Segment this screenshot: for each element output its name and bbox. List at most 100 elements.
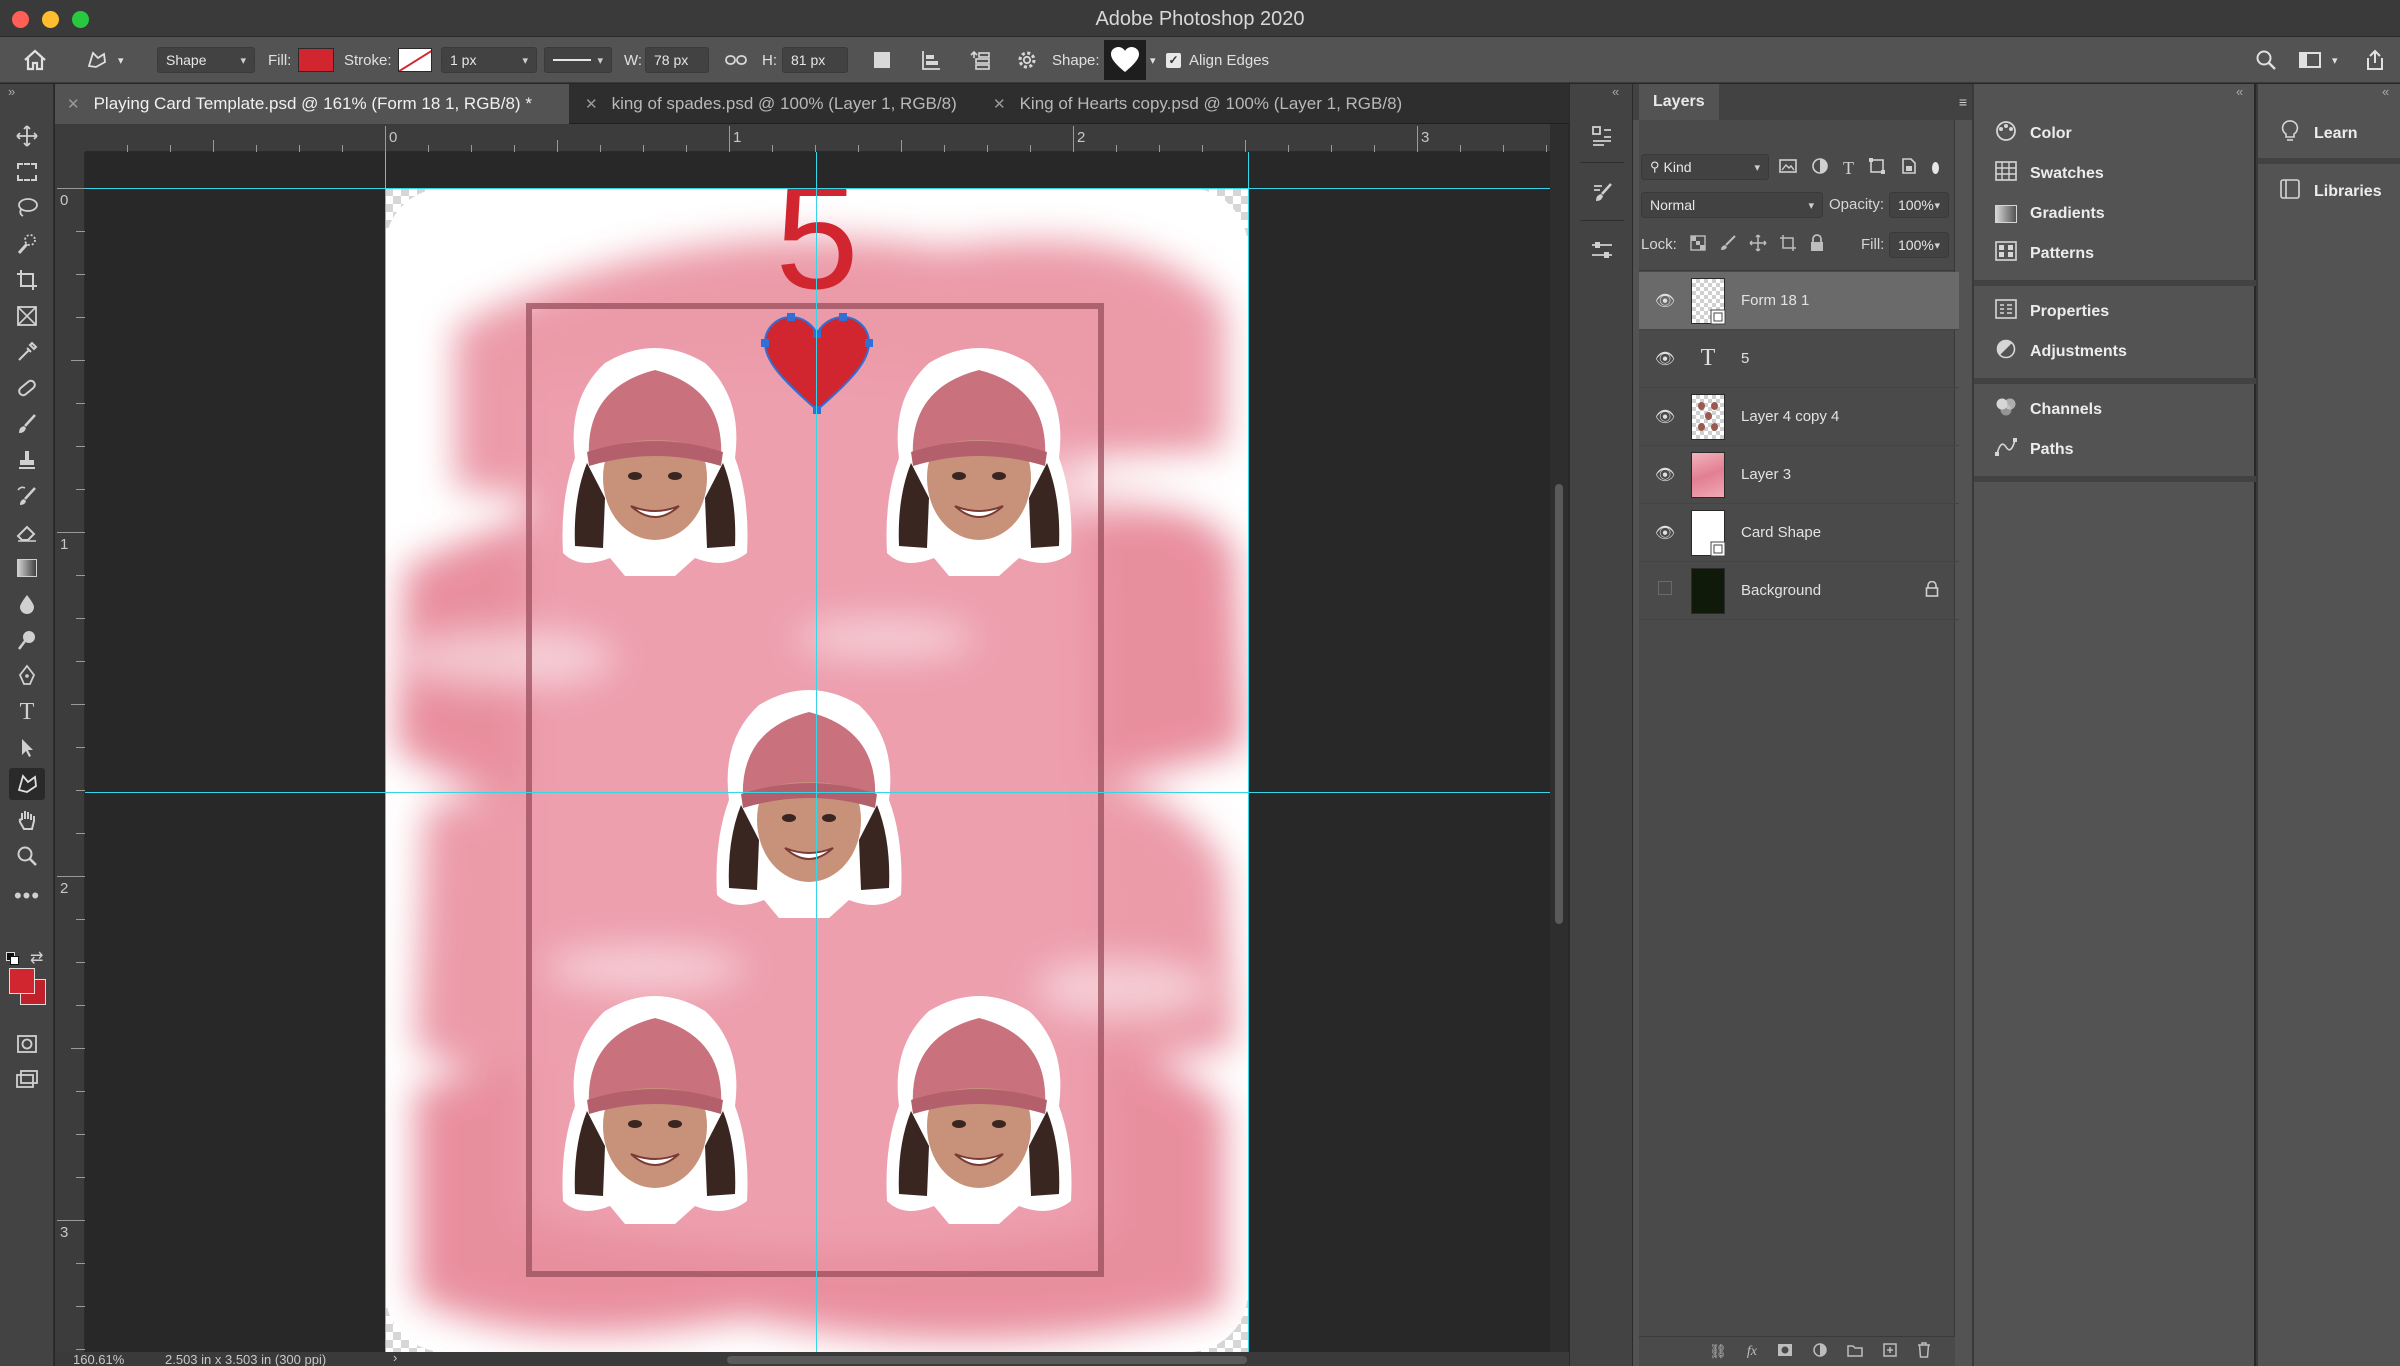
tool-preset-picker[interactable]: ▾ bbox=[84, 37, 124, 83]
new-adjustment-layer-icon[interactable] bbox=[1813, 1343, 1827, 1360]
path-operations-icon[interactable] bbox=[874, 37, 890, 83]
guide-vertical-right[interactable] bbox=[1248, 152, 1249, 1352]
eyedropper-tool-icon[interactable] bbox=[9, 336, 45, 368]
lasso-tool-icon[interactable] bbox=[9, 192, 45, 224]
vertical-scrollbar[interactable] bbox=[1550, 124, 1568, 1352]
collapse-panels-icon[interactable]: « bbox=[2382, 84, 2389, 99]
align-edges-checkbox[interactable]: ✓ bbox=[1166, 52, 1181, 68]
guide-vertical-left[interactable] bbox=[385, 152, 386, 1352]
close-tab-icon[interactable]: ✕ bbox=[67, 95, 80, 113]
lock-position-icon[interactable] bbox=[1749, 233, 1767, 257]
stroke-width-input[interactable]: 1 px ▾ bbox=[441, 47, 537, 73]
path-selection-tool-icon[interactable] bbox=[9, 732, 45, 764]
gear-icon[interactable] bbox=[1016, 37, 1038, 83]
stroke-type-select[interactable]: ▾ bbox=[544, 47, 612, 73]
brush-tool-icon[interactable] bbox=[9, 408, 45, 440]
collapse-panels-icon[interactable]: « bbox=[2236, 84, 2243, 99]
panel-properties[interactable]: Properties bbox=[1992, 292, 2109, 332]
close-tab-icon[interactable]: ✕ bbox=[585, 95, 598, 113]
panel-libraries[interactable]: Libraries bbox=[2276, 172, 2382, 212]
quick-selection-tool-icon[interactable] bbox=[9, 228, 45, 260]
custom-shape-tool-icon[interactable] bbox=[9, 768, 45, 800]
history-panel-icon[interactable] bbox=[1584, 118, 1620, 154]
panel-channels[interactable]: Channels bbox=[1992, 390, 2102, 430]
home-icon[interactable] bbox=[22, 37, 48, 83]
panel-color[interactable]: Color bbox=[1992, 114, 2072, 154]
marquee-tool-icon[interactable] bbox=[9, 156, 45, 188]
link-layers-icon[interactable]: ⛓ bbox=[1709, 1343, 1727, 1360]
foreground-color-swatch[interactable] bbox=[9, 968, 35, 994]
crop-tool-icon[interactable] bbox=[9, 264, 45, 296]
clone-stamp-tool-icon[interactable] bbox=[9, 444, 45, 476]
chevron-right-icon[interactable]: › bbox=[393, 1350, 397, 1365]
eye-icon[interactable]: 👁︎ bbox=[1639, 523, 1691, 543]
add-mask-icon[interactable] bbox=[1777, 1343, 1793, 1360]
new-group-icon[interactable] bbox=[1847, 1343, 1863, 1360]
fill-swatch[interactable] bbox=[298, 48, 334, 72]
guide-horizontal-top[interactable] bbox=[85, 188, 1550, 189]
shape-picker[interactable]: ▾ bbox=[1104, 37, 1156, 83]
lock-all-icon[interactable] bbox=[1809, 233, 1825, 257]
tab-playing-card-template[interactable]: ✕ Playing Card Template.psd @ 161% (Form … bbox=[55, 84, 569, 124]
panel-swatches[interactable]: Swatches bbox=[1992, 154, 2104, 194]
opacity-input[interactable]: 100% ▾ bbox=[1889, 192, 1949, 218]
collapse-panels-icon[interactable]: « bbox=[1612, 84, 1619, 99]
height-input[interactable]: 81 px bbox=[782, 47, 848, 73]
history-brush-tool-icon[interactable] bbox=[9, 480, 45, 512]
lock-transparent-pixels-icon[interactable] bbox=[1689, 234, 1707, 257]
tab-king-of-spades[interactable]: ✕ king of spades.psd @ 100% (Layer 1, RGB… bbox=[573, 84, 1025, 124]
fill-input[interactable]: 100% ▾ bbox=[1889, 232, 1949, 258]
type-filter-icon[interactable]: T bbox=[1843, 158, 1854, 179]
layer-row-5[interactable]: 👁︎ T 5 bbox=[1639, 330, 1959, 388]
zoom-level[interactable]: 160.61% bbox=[73, 1352, 124, 1366]
tab-layers[interactable]: Layers bbox=[1639, 84, 1719, 120]
collapse-toolbar-icon[interactable]: » bbox=[8, 84, 15, 99]
vertical-ruler[interactable]: 0 1 2 3 bbox=[55, 152, 85, 1352]
layer-effects-icon[interactable]: fx bbox=[1747, 1344, 1757, 1360]
tool-mode-select[interactable]: Shape ▾ bbox=[157, 47, 255, 73]
horizontal-ruler[interactable]: 0 1 2 3 bbox=[85, 124, 1550, 152]
more-tools-icon[interactable]: ••• bbox=[9, 880, 45, 912]
quick-mask-icon[interactable] bbox=[9, 1028, 45, 1060]
path-alignment-icon[interactable] bbox=[920, 37, 942, 83]
workspace-switcher[interactable]: ▾ bbox=[2298, 37, 2338, 83]
blur-tool-icon[interactable] bbox=[9, 588, 45, 620]
share-icon[interactable] bbox=[2364, 37, 2386, 83]
hand-tool-icon[interactable] bbox=[9, 804, 45, 836]
layer-row-card-shape[interactable]: 👁︎ Card Shape bbox=[1639, 504, 1959, 562]
swap-colors-icon[interactable]: ⇄ bbox=[30, 948, 43, 968]
shape-filter-icon[interactable] bbox=[1868, 157, 1886, 180]
smart-object-filter-icon[interactable] bbox=[1900, 157, 1918, 180]
scrollbar-thumb[interactable] bbox=[1555, 484, 1563, 924]
panel-adjustments[interactable]: Adjustments bbox=[1992, 332, 2127, 372]
eye-icon[interactable]: 👁︎ bbox=[1639, 349, 1691, 369]
new-layer-icon[interactable] bbox=[1883, 1343, 1897, 1360]
stroke-swatch[interactable] bbox=[398, 48, 432, 72]
lock-artboard-icon[interactable] bbox=[1779, 234, 1797, 257]
adjustment-filter-icon[interactable] bbox=[1811, 157, 1829, 180]
eye-icon[interactable]: 👁︎ bbox=[1639, 465, 1691, 485]
close-tab-icon[interactable]: ✕ bbox=[993, 95, 1006, 113]
brush-settings-icon[interactable] bbox=[1584, 174, 1620, 210]
frame-tool-icon[interactable] bbox=[9, 300, 45, 332]
layer-row-layer-3[interactable]: 👁︎ Layer 3 bbox=[1639, 446, 1959, 504]
panel-learn[interactable]: Learn bbox=[2276, 114, 2358, 154]
layer-row-form-18-1[interactable]: 👁︎ Form 18 1 bbox=[1639, 272, 1959, 330]
delete-layer-icon[interactable] bbox=[1917, 1342, 1931, 1361]
layer-filter-select[interactable]: ⚲ Kind ▾ bbox=[1641, 154, 1769, 180]
pen-tool-icon[interactable] bbox=[9, 660, 45, 692]
dodge-tool-icon[interactable] bbox=[9, 624, 45, 656]
panel-patterns[interactable]: Patterns bbox=[1992, 234, 2094, 274]
document-canvas[interactable]: 5 bbox=[85, 152, 1550, 1352]
layer-row-layer-4-copy-4[interactable]: 👁︎ Layer 4 copy 4 bbox=[1639, 388, 1959, 446]
filter-toggle[interactable] bbox=[1932, 162, 1939, 174]
tab-king-of-hearts-copy[interactable]: ✕ King of Hearts copy.psd @ 100% (Layer 1… bbox=[981, 84, 1481, 124]
pixel-filter-icon[interactable] bbox=[1779, 158, 1797, 179]
guide-horizontal-center[interactable] bbox=[85, 792, 1550, 793]
horizontal-scrollbar-thumb[interactable] bbox=[727, 1356, 1247, 1364]
ruler-corner[interactable] bbox=[55, 124, 85, 152]
eye-icon[interactable]: 👁︎ bbox=[1639, 407, 1691, 427]
link-icon[interactable] bbox=[724, 37, 748, 83]
type-tool-icon[interactable]: T bbox=[9, 696, 45, 728]
panel-gradients[interactable]: Gradients bbox=[1992, 194, 2105, 234]
